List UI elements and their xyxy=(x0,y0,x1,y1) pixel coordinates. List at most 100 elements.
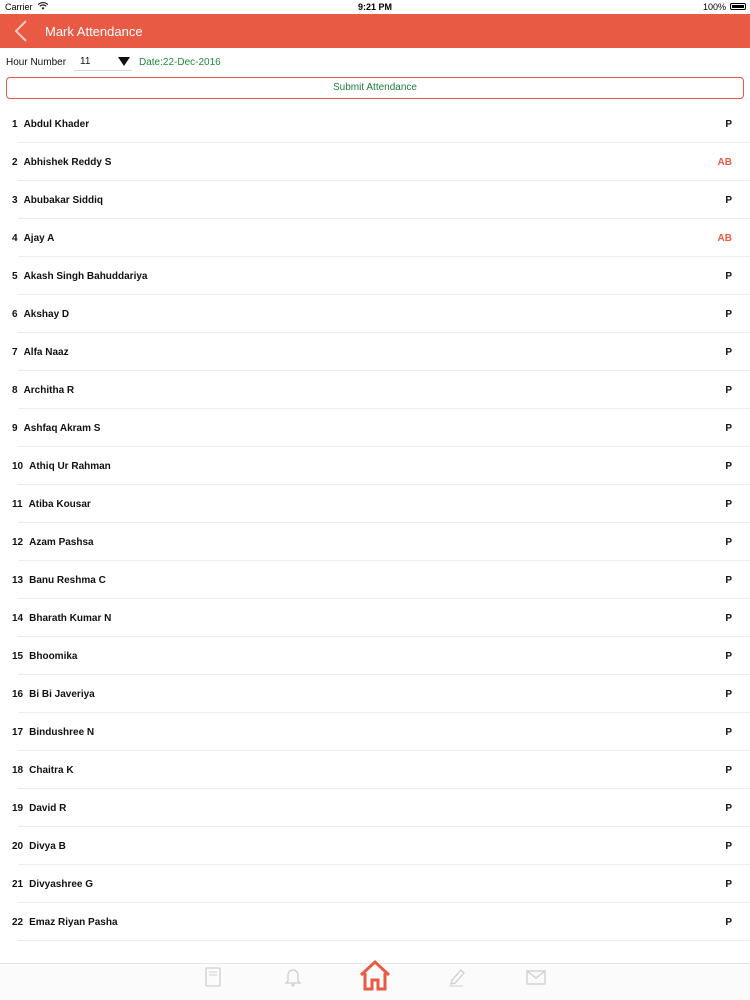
student-name: Bhoomika xyxy=(29,651,78,662)
student-name-cell: 17 Bindushree N xyxy=(12,727,94,738)
attendance-status-toggle[interactable]: AB xyxy=(718,157,732,168)
student-row[interactable]: 17 Bindushree N P xyxy=(0,713,750,751)
student-row[interactable]: 16 Bi Bi Javeriya P xyxy=(0,675,750,713)
student-row[interactable]: 21 Divyashree G P xyxy=(0,865,750,903)
student-row[interactable]: 6 Akshay D P xyxy=(0,295,750,333)
student-name-cell: 22 Emaz Riyan Pasha xyxy=(12,917,118,928)
student-name-cell: 3 Abubakar Siddiq xyxy=(12,195,103,206)
attendance-status-toggle[interactable]: P xyxy=(725,651,732,662)
student-number: 16 xyxy=(12,689,24,700)
student-name: Alfa Naaz xyxy=(23,347,69,358)
student-name-cell: 4 Ajay A xyxy=(12,233,54,244)
student-row[interactable]: 9 Ashfaq Akram S P xyxy=(0,409,750,447)
student-row[interactable]: 14 Bharath Kumar N P xyxy=(0,599,750,637)
attendance-status-toggle[interactable]: P xyxy=(725,385,732,396)
student-number: 12 xyxy=(12,537,24,548)
student-name: Chaitra K xyxy=(29,765,74,776)
clock: 9:21 PM xyxy=(357,2,392,12)
student-name: Akshay D xyxy=(23,309,70,320)
attendance-status-toggle[interactable]: P xyxy=(725,917,732,928)
student-name: David R xyxy=(29,803,67,814)
student-name-cell: 12 Azam Pashsa xyxy=(12,537,94,548)
student-number: 15 xyxy=(12,651,24,662)
student-name: Atiba Kousar xyxy=(28,499,91,510)
attendance-status-toggle[interactable]: P xyxy=(725,423,732,434)
student-number: 18 xyxy=(12,765,24,776)
pencil-icon xyxy=(449,969,465,987)
student-number: 2 xyxy=(12,157,18,168)
student-name: Bindushree N xyxy=(29,727,95,738)
home-icon xyxy=(359,959,391,991)
student-number: 17 xyxy=(12,727,24,738)
student-name: Athiq Ur Rahman xyxy=(29,461,111,472)
attendance-status-toggle[interactable]: P xyxy=(725,537,732,548)
tab-notifications[interactable] xyxy=(263,967,323,999)
student-number: 11 xyxy=(12,499,23,510)
student-number: 14 xyxy=(12,613,24,624)
student-row[interactable]: 20 Divya B P xyxy=(0,827,750,865)
tab-bar xyxy=(0,959,750,1000)
back-chevron-icon[interactable] xyxy=(12,19,30,43)
student-row[interactable]: 7 Alfa Naaz P xyxy=(0,333,750,371)
student-row[interactable]: 12 Azam Pashsa P xyxy=(0,523,750,561)
tab-edit[interactable] xyxy=(426,967,486,999)
student-name: Architha R xyxy=(23,385,75,396)
student-name: Emaz Riyan Pasha xyxy=(29,917,118,928)
student-number: 19 xyxy=(12,803,24,814)
attendance-status-toggle[interactable]: P xyxy=(725,461,732,472)
student-row[interactable]: 10 Athiq Ur Rahman P xyxy=(0,447,750,485)
attendance-status-toggle[interactable]: P xyxy=(725,119,732,130)
student-row[interactable]: 22 Emaz Riyan Pasha P xyxy=(0,903,750,941)
student-row[interactable]: 4 Ajay A AB xyxy=(0,219,750,257)
student-name: Bi Bi Javeriya xyxy=(29,689,95,700)
student-row[interactable]: 1 Abdul Khader P xyxy=(0,105,750,143)
attendance-status-toggle[interactable]: P xyxy=(725,727,732,738)
attendance-status-toggle[interactable]: P xyxy=(725,689,732,700)
student-row[interactable]: 19 David R P xyxy=(0,789,750,827)
attendance-status-toggle[interactable]: P xyxy=(725,271,732,282)
attendance-status-toggle[interactable]: AB xyxy=(718,233,732,244)
envelope-icon xyxy=(526,970,546,985)
student-row[interactable]: 11 Atiba Kousar P xyxy=(0,485,750,523)
student-number: 8 xyxy=(12,385,18,396)
attendance-status-toggle[interactable]: P xyxy=(725,195,732,206)
attendance-status-toggle[interactable]: P xyxy=(725,841,732,852)
student-row[interactable]: 8 Architha R P xyxy=(0,371,750,409)
student-number: 1 xyxy=(12,119,18,130)
submit-attendance-button[interactable]: Submit Attendance xyxy=(6,77,744,99)
student-row[interactable]: 13 Banu Reshma C P xyxy=(0,561,750,599)
student-name-cell: 7 Alfa Naaz xyxy=(12,347,69,358)
attendance-status-toggle[interactable]: P xyxy=(725,347,732,358)
hour-number-select[interactable]: 11 xyxy=(74,54,132,71)
attendance-status-toggle[interactable]: P xyxy=(725,499,732,510)
student-name: Banu Reshma C xyxy=(29,575,106,586)
student-name: Bharath Kumar N xyxy=(29,613,112,624)
student-name: Akash Singh Bahuddariya xyxy=(23,271,148,282)
attendance-status-toggle[interactable]: P xyxy=(725,803,732,814)
student-number: 13 xyxy=(12,575,24,586)
tab-messages[interactable] xyxy=(506,967,566,999)
student-name-cell: 16 Bi Bi Javeriya xyxy=(12,689,95,700)
hour-number-label: Hour Number xyxy=(6,57,67,68)
attendance-status-toggle[interactable]: P xyxy=(725,765,732,776)
student-row[interactable]: 15 Bhoomika P xyxy=(0,637,750,675)
attendance-status-toggle[interactable]: P xyxy=(725,879,732,890)
student-row[interactable]: 2 Abhishek Reddy S AB xyxy=(0,143,750,181)
tab-home[interactable] xyxy=(345,958,405,991)
attendance-status-toggle[interactable]: P xyxy=(725,309,732,320)
student-row[interactable]: 5 Akash Singh Bahuddariya P xyxy=(0,257,750,295)
student-name-cell: 19 David R xyxy=(12,803,66,814)
tab-notebook[interactable] xyxy=(183,967,243,999)
student-number: 6 xyxy=(12,309,18,320)
student-name: Azam Pashsa xyxy=(29,537,94,548)
attendance-status-toggle[interactable]: P xyxy=(725,575,732,586)
student-number: 3 xyxy=(12,195,18,206)
student-name-cell: 13 Banu Reshma C xyxy=(12,575,106,586)
student-row[interactable]: 3 Abubakar Siddiq P xyxy=(0,181,750,219)
student-row[interactable]: 18 Chaitra K P xyxy=(0,751,750,789)
student-name-cell: 9 Ashfaq Akram S xyxy=(12,423,100,434)
student-name-cell: 14 Bharath Kumar N xyxy=(12,613,111,624)
student-list: 1 Abdul Khader P 2 Abhishek Reddy S AB 3 Abubak… xyxy=(0,105,750,941)
bell-icon xyxy=(284,969,302,987)
attendance-status-toggle[interactable]: P xyxy=(725,613,732,624)
